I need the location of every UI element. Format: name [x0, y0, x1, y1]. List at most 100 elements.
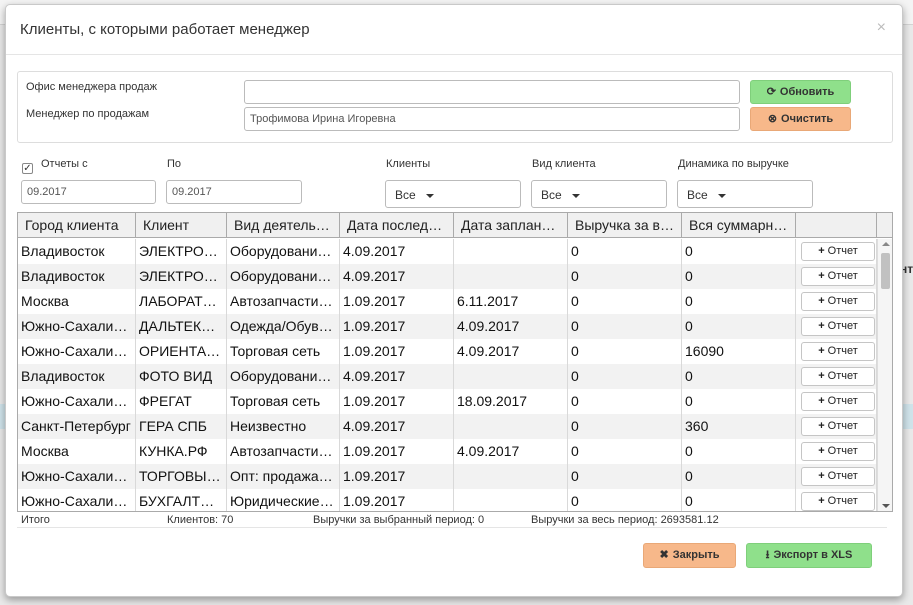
table-cell: 1.09.2017: [340, 389, 454, 414]
reports-from-label: Отчеты с: [41, 158, 88, 170]
scroll-up-arrow-icon[interactable]: [882, 242, 890, 246]
table-row[interactable]: Южно-Сахали… ДАЛЬТЕК… Одежда/Обув… 1.09.201…: [18, 314, 877, 339]
table-cell: ТОРГОВЫ…: [136, 464, 227, 489]
table-cell: 4.09.2017: [454, 314, 568, 339]
column-header[interactable]: Выручка за в…: [568, 213, 682, 238]
report-button[interactable]: + Отчет: [801, 417, 875, 436]
table-cell: 0: [568, 464, 682, 489]
table-cell: 4.09.2017: [454, 339, 568, 364]
table-cell: 18.09.2017: [454, 389, 568, 414]
table-row[interactable]: Южно-Сахали… ТОРГОВЫ… Опт: продажа … 1.09.2…: [18, 464, 877, 489]
report-button-label: Отчет: [827, 270, 858, 282]
table-cell: [454, 414, 568, 439]
table-row[interactable]: Южно-Сахали… БУХГАЛТЕ… Юридические,… 1.09.2…: [18, 489, 877, 511]
table-row[interactable]: Южно-Сахали… ОРИЕНТА… Торговая сеть 1.09.20…: [18, 339, 877, 364]
table-row[interactable]: Южно-Сахали… ФРЕГАТ Торговая сеть 1.09.2017…: [18, 389, 877, 414]
table-row[interactable]: Владивосток ЭЛЕКТРО… Оборудовани… 4.09.2017…: [18, 264, 877, 289]
close-button[interactable]: ✖ Закрыть: [643, 543, 736, 568]
report-button[interactable]: + Отчет: [801, 242, 875, 261]
office-field[interactable]: [244, 80, 740, 104]
table-cell: 6.11.2017: [454, 289, 568, 314]
report-button[interactable]: + Отчет: [801, 342, 875, 361]
table-cell: Южно-Сахали…: [18, 489, 136, 511]
report-button-label: Отчет: [827, 345, 858, 357]
reports-from-checkbox[interactable]: ✓: [22, 163, 33, 174]
table-cell: Владивосток: [18, 364, 136, 389]
table-row[interactable]: Владивосток ЭЛЕКТРО… Оборудовани… 4.09.2017…: [18, 239, 877, 264]
clients-modal: Клиенты, с которыми работает менеджер × …: [5, 4, 903, 597]
report-button-label: Отчет: [827, 370, 858, 382]
report-button[interactable]: + Отчет: [801, 392, 875, 411]
column-header[interactable]: Город клиента: [18, 213, 136, 238]
date-to-field[interactable]: 09.2017: [166, 180, 302, 204]
report-button[interactable]: + Отчет: [801, 492, 875, 511]
column-header[interactable]: [796, 213, 877, 238]
table-cell: Владивосток: [18, 264, 136, 289]
table-cell: КУНКА.РФ: [136, 439, 227, 464]
report-button[interactable]: + Отчет: [801, 292, 875, 311]
manager-label: Менеджер по продажам: [26, 108, 150, 120]
manager-field[interactable]: Трофимова Ирина Игоревна: [244, 107, 740, 131]
column-header[interactable]: Вид деятель…: [227, 213, 340, 238]
plus-icon: +: [818, 420, 825, 432]
export-download-icon: ⭳: [765, 549, 770, 561]
clear-circle-x-icon: ⊗: [767, 113, 778, 125]
table-cell: 4.09.2017: [340, 364, 454, 389]
client-type-select[interactable]: Все: [531, 180, 667, 208]
table-cell: Москва: [18, 289, 136, 314]
table-cell: Оборудовани…: [227, 364, 340, 389]
report-button[interactable]: + Отчет: [801, 442, 875, 461]
table-cell: ЭЛЕКТРО…: [136, 264, 227, 289]
client-type-label: Вид клиента: [532, 158, 596, 170]
table-cell: Автозапчасти/…: [227, 289, 340, 314]
table-cell: 4.09.2017: [340, 239, 454, 264]
report-button[interactable]: + Отчет: [801, 367, 875, 386]
column-header[interactable]: Дата заплани…: [454, 213, 568, 238]
revenue-dynamics-label: Динамика по выручке: [678, 158, 789, 170]
table-cell: 4.09.2017: [454, 439, 568, 464]
table-cell: [454, 264, 568, 289]
chevron-down-icon: [717, 193, 726, 198]
clients-select[interactable]: Все: [385, 180, 521, 208]
report-button[interactable]: + Отчет: [801, 467, 875, 486]
modal-header: Клиенты, с которыми работает менеджер ×: [6, 5, 902, 55]
grid-scrollbar[interactable]: [877, 239, 892, 511]
table-row[interactable]: Санкт-Петербург ГЕРА СПБ Неизвестно 4.09.20…: [18, 414, 877, 439]
summary-total-label: Итого: [21, 514, 50, 526]
table-cell: [454, 464, 568, 489]
table-cell: Южно-Сахали…: [18, 314, 136, 339]
table-cell: Торговая сеть: [227, 389, 340, 414]
revenue-dynamics-select[interactable]: Все: [677, 180, 813, 208]
table-row[interactable]: Москва КУНКА.РФ Автозапчасти/… 1.09.2017 4.0…: [18, 439, 877, 464]
scrollbar-thumb[interactable]: [881, 253, 890, 289]
plus-icon: +: [818, 395, 825, 407]
export-xls-button[interactable]: ⭳ Экспорт в XLS: [746, 543, 872, 568]
table-cell: 0: [682, 364, 796, 389]
plus-icon: +: [818, 370, 825, 382]
refresh-button[interactable]: ⟳ Обновить: [750, 80, 851, 104]
column-header[interactable]: Дата последн…: [340, 213, 454, 238]
report-button[interactable]: + Отчет: [801, 317, 875, 336]
report-button[interactable]: + Отчет: [801, 267, 875, 286]
table-cell: Автозапчасти/…: [227, 439, 340, 464]
column-header[interactable]: Вся суммарн…: [682, 213, 796, 238]
scroll-down-arrow-icon[interactable]: [882, 504, 890, 508]
table-cell: Оборудовани…: [227, 264, 340, 289]
date-from-field[interactable]: 09.2017: [21, 180, 156, 204]
column-header[interactable]: Клиент: [136, 213, 227, 238]
table-cell: Южно-Сахали…: [18, 389, 136, 414]
table-cell: ФРЕГАТ: [136, 389, 227, 414]
table-row[interactable]: Владивосток ФОТО ВИД Оборудовани… 4.09.2017…: [18, 364, 877, 389]
summary-period-revenue: Выручки за выбранный период: 0: [313, 514, 485, 526]
table-cell: Оборудовани…: [227, 239, 340, 264]
table-cell: 0: [568, 264, 682, 289]
refresh-button-label: Обновить: [779, 86, 835, 98]
table-cell: 0: [568, 389, 682, 414]
table-cell: 0: [682, 489, 796, 511]
clear-button[interactable]: ⊗ Очистить: [750, 107, 851, 131]
close-icon[interactable]: ×: [877, 19, 886, 37]
table-row[interactable]: Москва ЛАБОРАТ… Автозапчасти/… 1.09.2017 6.1…: [18, 289, 877, 314]
table-cell: Опт: продажа …: [227, 464, 340, 489]
table-cell: ЭЛЕКТРО…: [136, 239, 227, 264]
table-cell: 0: [568, 364, 682, 389]
